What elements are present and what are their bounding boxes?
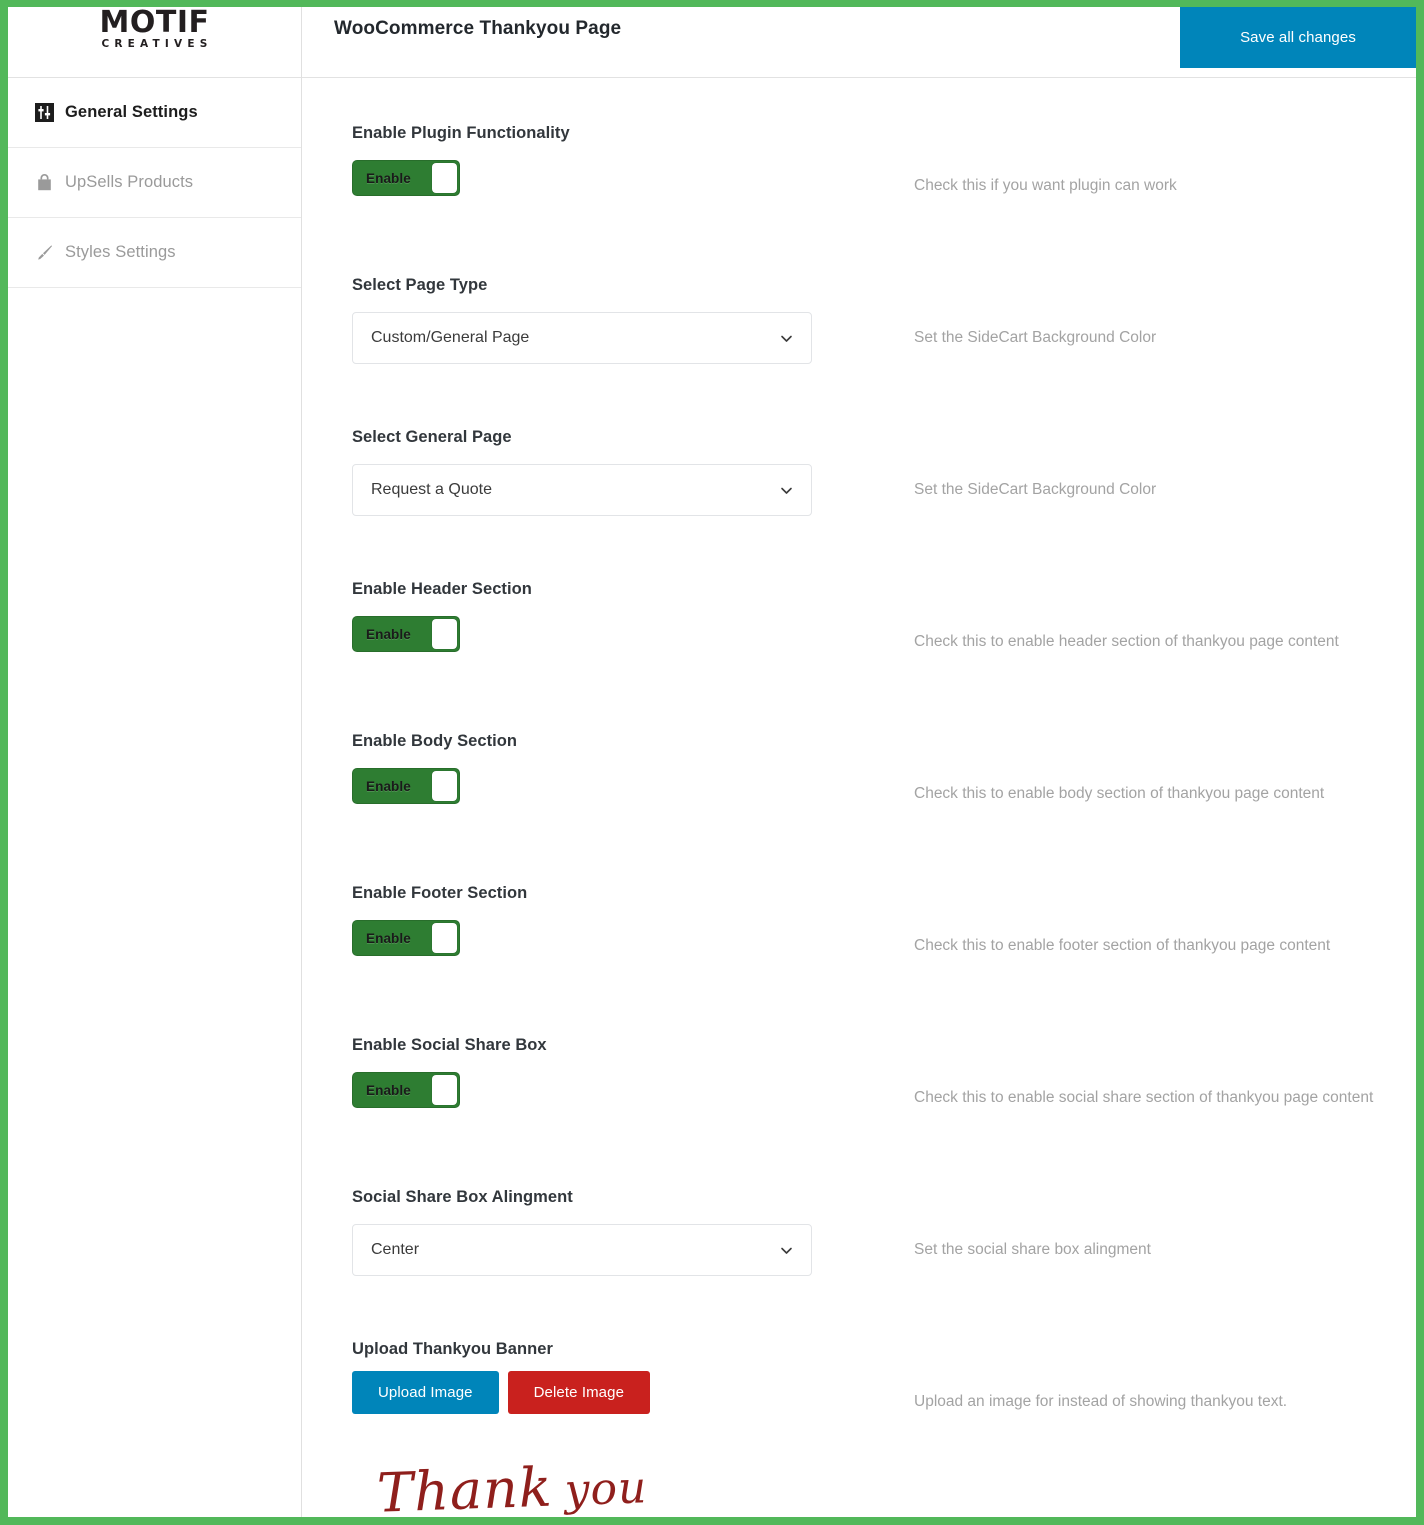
toggle-knob <box>432 163 457 193</box>
field-label: Enable Plugin Functionality <box>352 124 570 142</box>
select-value: Custom/General Page <box>371 329 530 346</box>
field-help-text: Check this to enable header section of t… <box>914 633 1339 650</box>
app-window-frame: MOTIF CREATIVES General Settings UpSells… <box>0 0 1424 1525</box>
field-upload-thankyou-banner: Upload Thankyou Banner Upload Image Dele… <box>302 1340 1416 1517</box>
field-help-text: Check this to enable body section of tha… <box>914 785 1325 802</box>
field-enable-footer-section: Enable Footer Section Enable Check this … <box>302 884 1416 1036</box>
toggle-label: Enable <box>366 930 411 946</box>
toggle-knob <box>432 1075 457 1105</box>
social-share-box-alingment-dropdown[interactable]: Center <box>352 1224 812 1276</box>
enable-header-section-toggle[interactable]: Enable <box>352 616 460 652</box>
chevron-down-icon <box>778 1242 794 1258</box>
brand-block: MOTIF CREATIVES <box>8 7 301 78</box>
toggle-label: Enable <box>366 778 411 794</box>
field-label: Enable Social Share Box <box>352 1036 547 1054</box>
brand-name: MOTIF <box>99 7 210 40</box>
select-value: Request a Quote <box>371 481 492 498</box>
enable-footer-section-toggle[interactable]: Enable <box>352 920 460 956</box>
thankyou-banner-preview-image: Thank you <box>352 1436 672 1517</box>
toggle-knob <box>432 771 457 801</box>
field-help-text: Check this if you want plugin can work <box>914 177 1177 194</box>
select-page-type-dropdown[interactable]: Custom/General Page <box>352 312 812 364</box>
select-general-page-dropdown[interactable]: Request a Quote <box>352 464 812 516</box>
upload-button-group: Upload Image Delete Image <box>352 1371 814 1414</box>
chevron-down-icon <box>778 330 794 346</box>
chevron-down-icon <box>778 482 794 498</box>
app-content-area: MOTIF CREATIVES General Settings UpSells… <box>8 7 1416 1517</box>
thankyou-word-you: you <box>563 1461 649 1516</box>
save-all-changes-button[interactable]: Save all changes <box>1180 7 1416 68</box>
field-label: Enable Header Section <box>352 580 532 598</box>
toggle-label: Enable <box>366 1082 411 1098</box>
field-label: Social Share Box Alingment <box>352 1188 573 1206</box>
field-help-text: Set the SideCart Background Color <box>914 481 1157 498</box>
settings-form: Enable Plugin Functionality Enable Check… <box>302 78 1416 1517</box>
field-help-text: Check this to enable footer section of t… <box>914 937 1331 954</box>
select-value: Center <box>371 1241 420 1258</box>
field-label: Select Page Type <box>352 276 488 294</box>
sidebar-item-label: UpSells Products <box>65 173 194 191</box>
field-label: Upload Thankyou Banner <box>352 1340 553 1358</box>
sidebar-nav: General Settings UpSells Products Styles… <box>8 78 301 288</box>
field-enable-header-section: Enable Header Section Enable Check this … <box>302 580 1416 732</box>
toggle-knob <box>432 619 457 649</box>
sidebar: MOTIF CREATIVES General Settings UpSells… <box>8 7 302 1517</box>
sidebar-item-upsells-products[interactable]: UpSells Products <box>8 148 301 218</box>
toggle-label: Enable <box>366 626 411 642</box>
enable-plugin-functionality-toggle[interactable]: Enable <box>352 160 460 196</box>
field-label: Select General Page <box>352 428 512 446</box>
field-social-share-box-alingment: Social Share Box Alingment Center Set th… <box>302 1188 1416 1340</box>
motif-logo: MOTIF CREATIVES <box>96 7 212 50</box>
main-panel: WooCommerce Thankyou Page Save all chang… <box>302 7 1416 1517</box>
sidebar-item-general-settings[interactable]: General Settings <box>8 78 301 148</box>
delete-image-button[interactable]: Delete Image <box>507 1371 651 1414</box>
upload-image-button[interactable]: Upload Image <box>352 1371 499 1414</box>
thankyou-word-thank: Thank <box>375 1455 554 1517</box>
field-select-general-page: Select General Page Request a Quote Set … <box>302 428 1416 580</box>
field-enable-plugin-functionality: Enable Plugin Functionality Enable Check… <box>302 124 1416 276</box>
shopping-bag-icon <box>34 173 54 193</box>
enable-body-section-toggle[interactable]: Enable <box>352 768 460 804</box>
page-title: WooCommerce Thankyou Page <box>334 18 622 39</box>
sidebar-item-label: General Settings <box>65 103 198 121</box>
paintbrush-icon <box>34 243 54 263</box>
field-enable-social-share-box: Enable Social Share Box Enable Check thi… <box>302 1036 1416 1188</box>
sidebar-item-styles-settings[interactable]: Styles Settings <box>8 218 301 288</box>
enable-social-share-box-toggle[interactable]: Enable <box>352 1072 460 1108</box>
field-help-text: Upload an image for instead of showing t… <box>914 1393 1288 1410</box>
field-select-page-type: Select Page Type Custom/General Page Set… <box>302 276 1416 428</box>
field-label: Enable Footer Section <box>352 884 528 902</box>
field-label: Enable Body Section <box>352 732 518 750</box>
field-enable-body-section: Enable Body Section Enable Check this to… <box>302 732 1416 884</box>
field-help-text: Check this to enable social share sectio… <box>914 1089 1374 1106</box>
top-bar: WooCommerce Thankyou Page Save all chang… <box>302 7 1416 78</box>
field-help-text: Set the SideCart Background Color <box>914 329 1157 346</box>
field-help-text: Set the social share box alingment <box>914 1241 1151 1258</box>
thankyou-banner-text: Thank you <box>375 1455 649 1517</box>
settings-scroll-area[interactable]: Enable Plugin Functionality Enable Check… <box>302 78 1416 1517</box>
toggle-label: Enable <box>366 170 411 186</box>
brand-tagline: CREATIVES <box>101 38 213 50</box>
sidebar-item-label: Styles Settings <box>65 243 176 261</box>
sliders-icon <box>34 103 54 123</box>
toggle-knob <box>432 923 457 953</box>
